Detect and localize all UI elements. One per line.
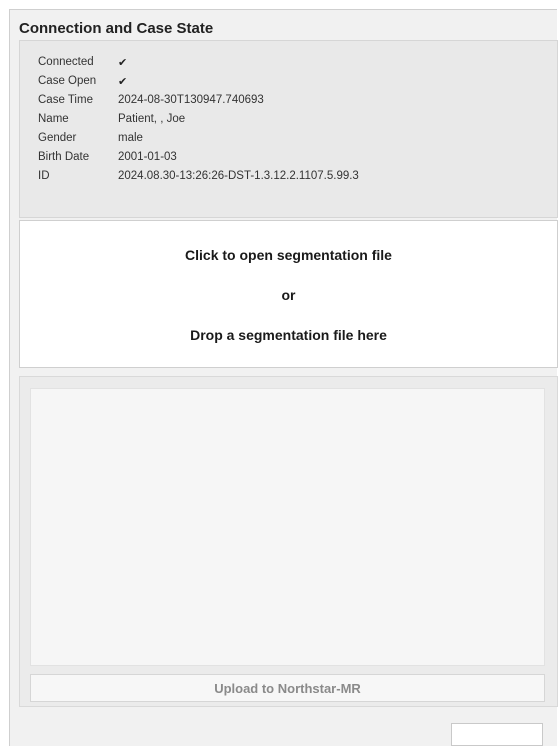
state-row-birth-date: Birth Date 2001-01-03 bbox=[38, 148, 177, 166]
check-icon: ✔ bbox=[118, 75, 128, 88]
upload-button[interactable]: Upload to Northstar-MR bbox=[30, 674, 545, 702]
state-row-connected: Connected ✔ bbox=[38, 53, 127, 71]
state-value: 2024.08.30-13:26:26-DST-1.3.12.2.1107.5.… bbox=[118, 170, 359, 182]
state-label: Case Time bbox=[38, 94, 93, 106]
section-title: Connection and Case State bbox=[19, 20, 214, 37]
state-row-gender: Gender male bbox=[38, 129, 143, 147]
state-label: Name bbox=[38, 113, 69, 125]
drop-zone-open-text: Click to open segmentation file bbox=[185, 247, 392, 263]
state-label: Birth Date bbox=[38, 151, 90, 163]
drop-zone-or-text: or bbox=[281, 287, 296, 303]
state-row-id: ID 2024.08.30-13:26:26-DST-1.3.12.2.1107… bbox=[38, 167, 359, 185]
case-state-box: Connected ✔ Case Open ✔ Case Time 2024-0… bbox=[19, 40, 558, 218]
state-value: 2001-01-03 bbox=[118, 151, 177, 163]
state-row-case-time: Case Time 2024-08-30T130947.740693 bbox=[38, 91, 264, 109]
state-label: Connected bbox=[38, 56, 94, 68]
state-label: Gender bbox=[38, 132, 77, 144]
drop-zone-drop-text: Drop a segmentation file here bbox=[190, 327, 387, 343]
state-value: male bbox=[118, 132, 143, 144]
state-label: Case Open bbox=[38, 75, 97, 87]
state-value: 2024-08-30T130947.740693 bbox=[118, 94, 264, 106]
preview-area bbox=[30, 388, 545, 666]
segmentation-drop-zone[interactable]: Click to open segmentation file or Drop … bbox=[19, 220, 558, 368]
check-icon: ✔ bbox=[118, 56, 128, 69]
footer-field[interactable] bbox=[451, 723, 543, 746]
state-label: ID bbox=[38, 170, 50, 182]
state-row-name: Name Patient, , Joe bbox=[38, 110, 185, 128]
state-row-case-open: Case Open ✔ bbox=[38, 72, 127, 90]
state-value: Patient, , Joe bbox=[118, 113, 186, 125]
main-panel: Connection and Case State Connected ✔ Ca… bbox=[9, 9, 558, 746]
upload-section: Upload to Northstar-MR bbox=[19, 376, 558, 707]
